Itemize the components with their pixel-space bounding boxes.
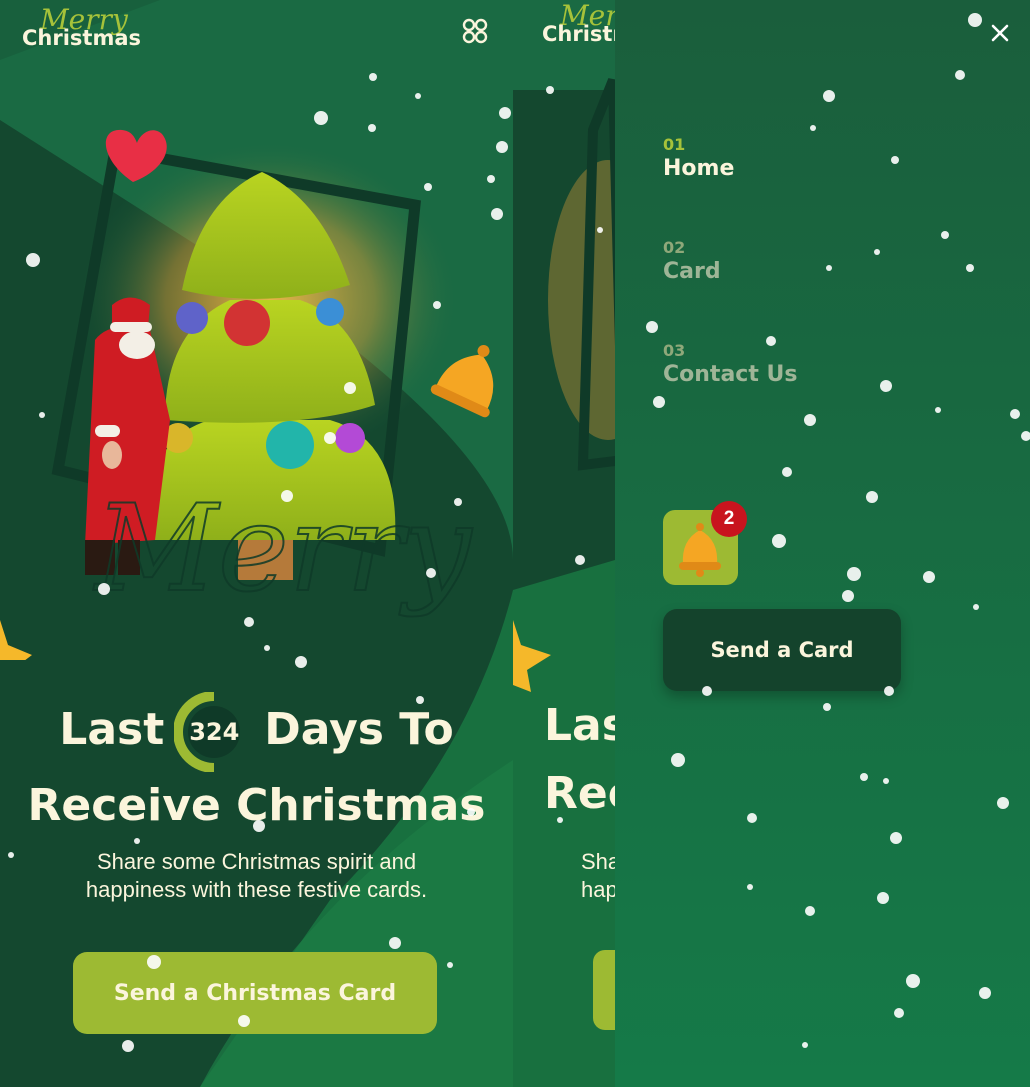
side-menu: 01 Home 02 Card 03 Contact Us 2 Send a C…	[615, 0, 1030, 1087]
christmas-tree-illustration: Merry	[0, 129, 494, 660]
nav-item-home[interactable]: 01 Home	[663, 135, 734, 181]
nav-label: Contact Us	[663, 362, 798, 387]
subtitle-line-1: Share some Christmas spirit and	[96, 849, 417, 874]
headline-days-to: Days To	[264, 704, 454, 755]
home-screen-behind-menu: Merry Christmas Last Receive Christmas S…	[513, 0, 615, 1087]
nav-item-contact-us[interactable]: 03 Contact Us	[663, 341, 797, 387]
home-screen: Merry Christmas Merry Last 324 Days To R…	[0, 0, 513, 1087]
nav-number: 02	[663, 238, 686, 257]
logo-christmas-partial: Christmas	[542, 22, 615, 45]
merry-script-overlay: Merry	[93, 480, 474, 619]
days-count: 324	[188, 706, 241, 758]
star-icon	[0, 620, 32, 660]
hero-subtitle: Share some Christmas spirit and happines…	[0, 848, 513, 904]
subtitle-partial: Share some Christmas spirit and happines…	[581, 848, 615, 904]
send-card-button[interactable]: Send a Card	[663, 609, 901, 691]
subtitle-line-1-partial: Share some Christmas spirit and	[581, 849, 615, 874]
headline-receive-partial: Receive Christmas	[544, 768, 615, 819]
subtitle-line-2-partial: happiness with these festive cards.	[581, 877, 615, 902]
nav-label: Card	[663, 259, 721, 284]
nav-item-card[interactable]: 02 Card	[663, 238, 721, 284]
headline-last-partial: Last	[544, 700, 615, 751]
headline-last: Last	[59, 704, 165, 755]
headline-partial: Last Receive Christmas	[544, 692, 615, 828]
headline-receive-christmas: Receive Christmas	[27, 780, 486, 831]
logo-partial: Merry Christmas	[542, 2, 615, 45]
days-counter: 324	[174, 692, 254, 772]
background-shapes-partial	[513, 0, 615, 1087]
nav-number: 01	[663, 135, 686, 154]
hero-headline: Last 324 Days To Receive Christmas	[0, 692, 513, 840]
subtitle-line-2: happiness with these festive cards.	[85, 877, 428, 902]
send-christmas-card-button[interactable]: Send a Christmas Card	[73, 952, 437, 1034]
notification-count-badge: 2	[711, 501, 747, 537]
nav-label: Home	[663, 156, 735, 181]
close-icon[interactable]	[985, 18, 1015, 48]
nav-number: 03	[663, 341, 686, 360]
